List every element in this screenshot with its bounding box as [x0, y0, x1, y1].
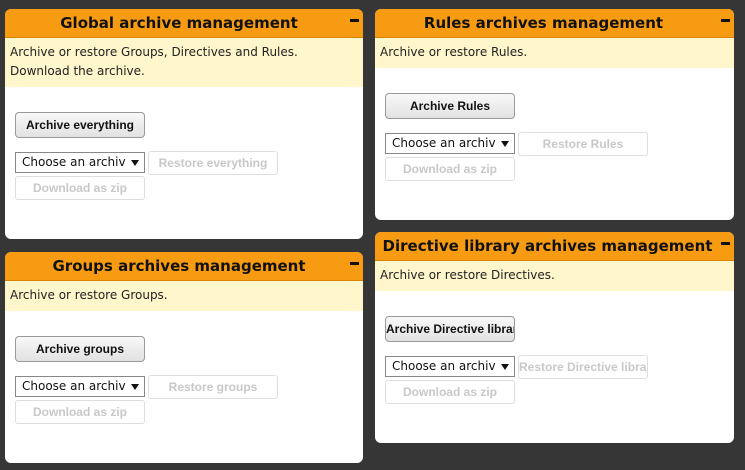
collapse-icon[interactable]	[721, 242, 730, 245]
restore-groups-button[interactable]: Restore groups	[148, 375, 278, 399]
panel-title: Global archive management	[60, 14, 298, 32]
collapse-icon[interactable]	[350, 19, 359, 22]
panel-description: Archive or restore Rules.	[375, 38, 734, 68]
restore-everything-button[interactable]: Restore everything	[148, 151, 278, 175]
triangle-down-icon	[501, 141, 509, 147]
directives-archive-panel: Directive library archives management Ar…	[375, 232, 734, 443]
archive-select[interactable]: Choose an archive	[15, 376, 145, 397]
triangle-down-icon	[131, 384, 139, 390]
archive-select[interactable]: Choose an archive	[385, 133, 515, 154]
panel-title: Directive library archives management	[382, 237, 713, 255]
download-zip-button[interactable]: Download as zip	[15, 400, 145, 424]
archive-rules-button[interactable]: Archive Rules	[385, 93, 515, 119]
triangle-down-icon	[501, 364, 509, 370]
triangle-down-icon	[131, 160, 139, 166]
panel-header: Global archive management	[5, 9, 363, 38]
panel-header: Groups archives management	[5, 252, 363, 281]
download-zip-button[interactable]: Download as zip	[15, 176, 145, 200]
panel-description: Archive or restore Groups, Directives an…	[5, 38, 363, 87]
archive-select-value: Choose an archive	[22, 155, 126, 169]
archive-everything-button[interactable]: Archive everything	[15, 112, 145, 138]
panel-header: Directive library archives management	[375, 232, 734, 261]
panel-header: Rules archives management	[375, 9, 734, 38]
download-zip-button[interactable]: Download as zip	[385, 380, 515, 404]
archive-select-value: Choose an archive	[22, 379, 126, 393]
collapse-icon[interactable]	[350, 262, 359, 265]
restore-rules-button[interactable]: Restore Rules	[518, 132, 648, 156]
panel-title: Rules archives management	[423, 14, 664, 32]
panel-title: Groups archives management	[52, 257, 306, 275]
panel-description: Archive or restore Directives.	[375, 261, 734, 291]
panel-description: Archive or restore Groups.	[5, 281, 363, 311]
rules-archive-panel: Rules archives management Archive or res…	[375, 9, 734, 220]
collapse-icon[interactable]	[721, 19, 730, 22]
archive-select-value: Choose an archive	[392, 359, 496, 373]
global-archive-panel: Global archive management Archive or res…	[5, 9, 363, 239]
archive-select[interactable]: Choose an archive	[385, 356, 515, 377]
archive-select[interactable]: Choose an archive	[15, 152, 145, 173]
archive-directive-library-button[interactable]: Archive Directive library	[385, 316, 515, 342]
download-zip-button[interactable]: Download as zip	[385, 157, 515, 181]
groups-archive-panel: Groups archives management Archive or re…	[5, 252, 363, 463]
archive-groups-button[interactable]: Archive groups	[15, 336, 145, 362]
archive-select-value: Choose an archive	[392, 136, 496, 150]
restore-directive-library-button[interactable]: Restore Directive library	[518, 355, 648, 379]
